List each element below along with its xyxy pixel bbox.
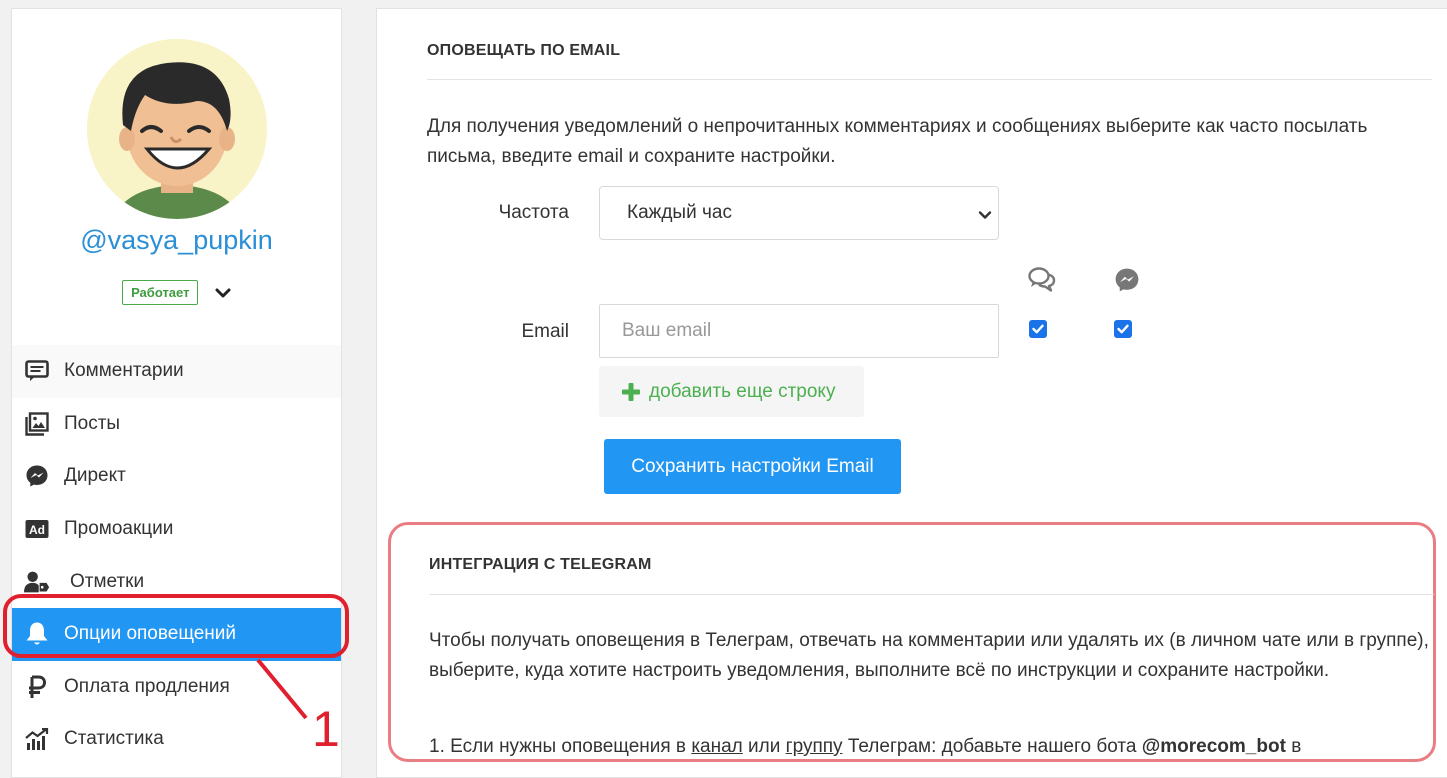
images-icon: [24, 411, 50, 437]
group-link[interactable]: группу: [786, 736, 843, 757]
telegram-step-1: 1. Если нужны оповещения в канал или гру…: [429, 732, 1429, 762]
sidebar-item-comments[interactable]: Комментарии: [12, 345, 341, 398]
comments-checkbox[interactable]: [1029, 320, 1047, 338]
step-1-prefix: 1. Если нужны оповещения в: [429, 736, 687, 757]
email-label: Email: [521, 321, 569, 342]
messenger-icon: [1114, 267, 1142, 293]
chart-icon: [24, 726, 50, 752]
avatar-illustration: [87, 39, 267, 219]
telegram-section-title: ИНТЕГРАЦИЯ С TELEGRAM: [429, 556, 652, 573]
frequency-label: Частота: [498, 202, 569, 223]
svg-text:Ad: Ad: [29, 523, 45, 537]
email-description: Для получения уведомлений о непрочитанны…: [427, 116, 1368, 167]
step-1-or: или: [748, 736, 781, 757]
sidebar-item-tags[interactable]: Отметки: [12, 555, 341, 608]
sidebar-menu: Комментарии Посты Директ Ad Промоакции О…: [12, 345, 341, 766]
ad-icon: Ad: [24, 516, 50, 542]
sidebar-item-direct[interactable]: Директ: [12, 450, 341, 503]
sidebar-item-label: Оплата продления: [64, 675, 230, 697]
sidebar-item-payment[interactable]: Оплата продления: [12, 661, 341, 714]
messenger-icon: [24, 463, 50, 489]
bot-name: @morecom_bot: [1141, 736, 1286, 757]
main-panel: ОПОВЕЩАТЬ ПО EMAIL Для получения уведомл…: [376, 8, 1447, 778]
sidebar-item-label: Промоакции: [64, 518, 174, 540]
avatar[interactable]: [87, 39, 267, 219]
bell-icon: [24, 621, 50, 647]
add-row-label: добавить еще строку: [649, 380, 836, 402]
messages-checkbox[interactable]: [1114, 320, 1132, 338]
status-badge: Работает: [122, 280, 199, 305]
email-input[interactable]: [599, 304, 999, 358]
sidebar-item-posts[interactable]: Посты: [12, 398, 341, 451]
email-section-title: ОПОВЕЩАТЬ ПО EMAIL: [427, 42, 621, 59]
plus-icon: [621, 382, 641, 402]
chevron-down-icon[interactable]: [215, 285, 231, 301]
chevron-down-icon: [978, 206, 992, 228]
telegram-description: Чтобы получать оповещения в Телеграм, от…: [429, 630, 1429, 681]
ruble-icon: [24, 674, 50, 700]
sidebar-item-promo[interactable]: Ad Промоакции: [12, 503, 341, 556]
user-tag-icon: [24, 569, 50, 595]
username[interactable]: @vasya_pupkin: [12, 225, 341, 256]
divider: [429, 594, 1434, 595]
annotation-number: 1: [312, 701, 340, 757]
comments-icon: [1028, 266, 1056, 292]
sidebar-item-stats[interactable]: Статистика: [12, 713, 341, 766]
divider: [427, 79, 1432, 80]
frequency-value: Каждый час: [627, 202, 732, 223]
frequency-select[interactable]: Каждый час: [599, 186, 999, 240]
step-1-suffix: в: [1291, 736, 1302, 757]
add-row-button[interactable]: добавить еще строку: [599, 366, 864, 417]
step-1-mid: Телеграм: добавьте нашего бота: [847, 736, 1137, 757]
sidebar-item-label: Отметки: [70, 570, 145, 592]
save-email-button[interactable]: Сохранить настройки Email: [604, 439, 901, 494]
sidebar: @vasya_pupkin Работает Комментарии Посты…: [11, 8, 342, 778]
sidebar-item-label: Комментарии: [64, 360, 184, 382]
sidebar-item-label: Статистика: [64, 728, 164, 750]
sidebar-item-label: Посты: [64, 412, 121, 434]
sidebar-item-label: Опции оповещений: [64, 623, 237, 645]
status-row: Работает: [12, 280, 341, 305]
comment-icon: [24, 358, 50, 384]
channel-link[interactable]: канал: [691, 736, 742, 757]
sidebar-item-label: Директ: [64, 465, 126, 487]
sidebar-item-notifications[interactable]: Опции оповещений: [12, 607, 341, 661]
